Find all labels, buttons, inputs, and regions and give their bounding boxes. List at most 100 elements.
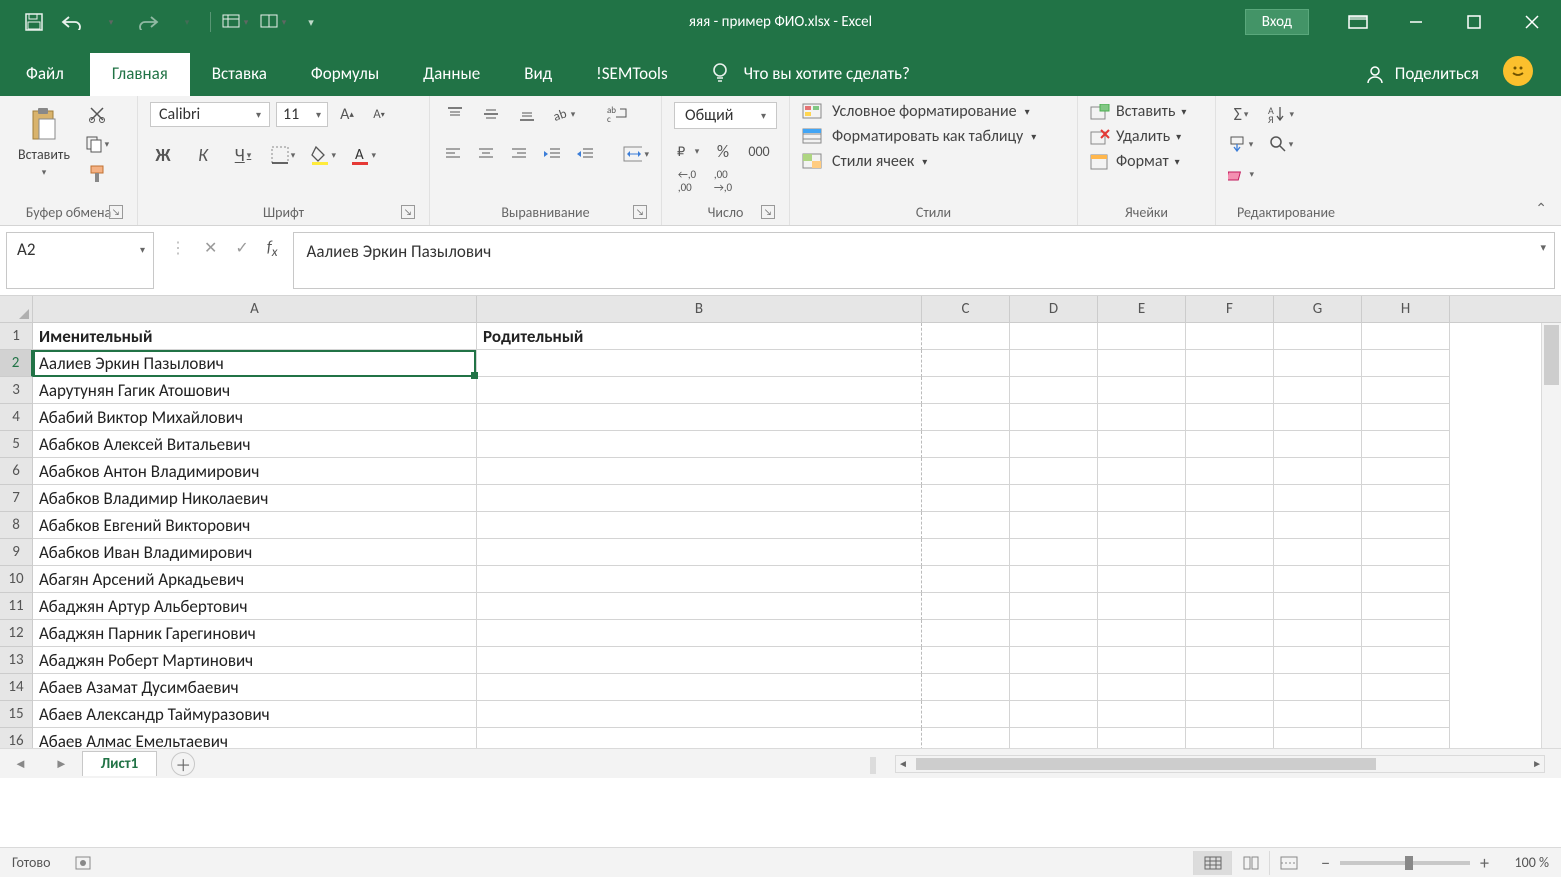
cell-E16[interactable] — [1098, 728, 1186, 748]
tab-view[interactable]: Вид — [502, 53, 574, 96]
cell-H7[interactable] — [1362, 485, 1450, 512]
login-button[interactable]: Вход — [1245, 9, 1309, 35]
cell-H1[interactable] — [1362, 323, 1450, 350]
cell-D1[interactable] — [1010, 323, 1098, 350]
cell-E10[interactable] — [1098, 566, 1186, 593]
cell-A16[interactable]: Абаев Алмас Емельтаевич — [33, 728, 477, 748]
format-painter-icon[interactable] — [84, 162, 110, 186]
cell-E8[interactable] — [1098, 512, 1186, 539]
row-header-8[interactable]: 8 — [0, 512, 33, 539]
cell-E2[interactable] — [1098, 350, 1186, 377]
cell-G1[interactable] — [1274, 323, 1362, 350]
horizontal-scrollbar[interactable]: ◄► — [895, 755, 1545, 773]
redo-icon[interactable] — [132, 8, 164, 36]
row-header-5[interactable]: 5 — [0, 431, 33, 458]
orientation-icon[interactable]: ab — [550, 102, 576, 126]
cell-G14[interactable] — [1274, 674, 1362, 701]
save-icon[interactable] — [18, 8, 50, 36]
cell-D11[interactable] — [1010, 593, 1098, 620]
cell-C7[interactable] — [922, 485, 1010, 512]
cell-C9[interactable] — [922, 539, 1010, 566]
cell-A11[interactable]: Абаджян Артур Альбертович — [33, 593, 477, 620]
cell-D7[interactable] — [1010, 485, 1098, 512]
cell-H9[interactable] — [1362, 539, 1450, 566]
delete-cells-button[interactable]: Удалить▾ — [1090, 127, 1203, 146]
cell-F10[interactable] — [1186, 566, 1274, 593]
cell-A10[interactable]: Абагян Арсений Аркадьевич — [33, 566, 477, 593]
cell-F4[interactable] — [1186, 404, 1274, 431]
cell-H10[interactable] — [1362, 566, 1450, 593]
cell-G11[interactable] — [1274, 593, 1362, 620]
cell-F1[interactable] — [1186, 323, 1274, 350]
cell-D4[interactable] — [1010, 404, 1098, 431]
column-header-B[interactable]: B — [477, 296, 922, 322]
row-header-1[interactable]: 1 — [0, 323, 33, 350]
row-header-16[interactable]: 16 — [0, 728, 33, 748]
sheet-nav-next[interactable]: ► — [41, 756, 82, 772]
cell-A7[interactable]: Абабков Владимир Николаевич — [33, 485, 477, 512]
cell-F12[interactable] — [1186, 620, 1274, 647]
cell-C14[interactable] — [922, 674, 1010, 701]
cell-F5[interactable] — [1186, 431, 1274, 458]
increase-indent-icon[interactable] — [573, 142, 596, 166]
column-header-H[interactable]: H — [1362, 296, 1450, 322]
cell-G3[interactable] — [1274, 377, 1362, 404]
cell-H15[interactable] — [1362, 701, 1450, 728]
tell-me-search[interactable]: Что вы хотите сделать? — [690, 62, 930, 96]
cell-B1[interactable]: Родительный — [477, 323, 922, 350]
wrap-text-icon[interactable]: abc — [604, 102, 630, 126]
cell-B4[interactable] — [477, 404, 922, 431]
cell-E1[interactable] — [1098, 323, 1186, 350]
select-all-button[interactable] — [0, 296, 33, 323]
decrease-font-icon[interactable]: A▾ — [366, 103, 392, 127]
cell-F6[interactable] — [1186, 458, 1274, 485]
percent-format-icon[interactable]: % — [710, 139, 736, 163]
row-header-9[interactable]: 9 — [0, 539, 33, 566]
cell-A6[interactable]: Абабков Антон Владимирович — [33, 458, 477, 485]
column-headers[interactable]: ABCDEFGH — [33, 296, 1561, 323]
decrease-indent-icon[interactable] — [540, 142, 563, 166]
font-launcher[interactable]: ↘ — [401, 205, 415, 219]
cell-G10[interactable] — [1274, 566, 1362, 593]
conditional-formatting-button[interactable]: Условное форматирование▾ — [802, 102, 1065, 121]
clear-icon[interactable] — [1228, 162, 1254, 186]
cell-B12[interactable] — [477, 620, 922, 647]
cell-C16[interactable] — [922, 728, 1010, 748]
collapse-ribbon-icon[interactable]: ⌃ — [1535, 200, 1547, 217]
cell-E15[interactable] — [1098, 701, 1186, 728]
cell-C5[interactable] — [922, 431, 1010, 458]
cell-E7[interactable] — [1098, 485, 1186, 512]
zoom-out-button[interactable]: − — [1321, 852, 1330, 874]
cut-icon[interactable] — [84, 102, 110, 126]
cell-H11[interactable] — [1362, 593, 1450, 620]
cell-E13[interactable] — [1098, 647, 1186, 674]
cell-H14[interactable] — [1362, 674, 1450, 701]
cell-C2[interactable] — [922, 350, 1010, 377]
find-select-icon[interactable] — [1268, 132, 1294, 156]
share-button[interactable]: Поделиться — [1341, 63, 1503, 96]
cell-C15[interactable] — [922, 701, 1010, 728]
cell-C10[interactable] — [922, 566, 1010, 593]
cell-F14[interactable] — [1186, 674, 1274, 701]
cell-G9[interactable] — [1274, 539, 1362, 566]
font-size-combo[interactable]: 11▾ — [276, 102, 328, 127]
cell-D10[interactable] — [1010, 566, 1098, 593]
qat-custom-1[interactable] — [219, 8, 251, 36]
cell-G7[interactable] — [1274, 485, 1362, 512]
row-header-11[interactable]: 11 — [0, 593, 33, 620]
dots-icon[interactable]: ⋮ — [170, 238, 186, 258]
underline-button[interactable]: Ч — [230, 143, 256, 167]
cell-D15[interactable] — [1010, 701, 1098, 728]
undo-icon[interactable] — [56, 8, 88, 36]
cell-B2[interactable] — [477, 350, 922, 377]
bold-button[interactable]: Ж — [150, 143, 176, 167]
tab-file[interactable]: Файл — [0, 53, 90, 96]
cell-E5[interactable] — [1098, 431, 1186, 458]
row-header-13[interactable]: 13 — [0, 647, 33, 674]
vertical-scrollbar[interactable] — [1541, 323, 1561, 748]
align-middle-icon[interactable] — [478, 102, 504, 126]
cell-B5[interactable] — [477, 431, 922, 458]
cell-H3[interactable] — [1362, 377, 1450, 404]
number-launcher[interactable]: ↘ — [761, 205, 775, 219]
cell-A13[interactable]: Абаджян Роберт Мартинович — [33, 647, 477, 674]
